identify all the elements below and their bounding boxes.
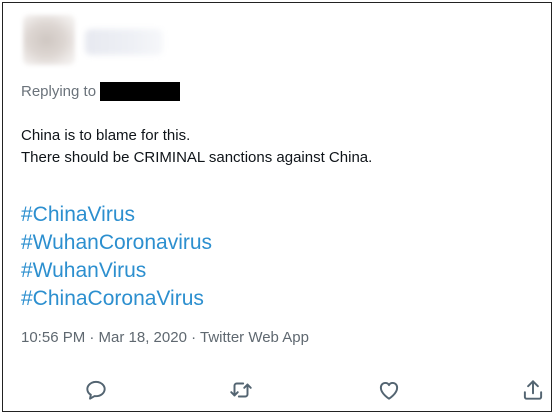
reply-icon — [86, 380, 106, 400]
like-button[interactable] — [376, 377, 402, 403]
hashtag-link[interactable]: #ChinaVirus — [21, 201, 212, 229]
hashtag-list: #ChinaVirus #WuhanCoronavirus #WuhanViru… — [21, 201, 212, 313]
share-button[interactable] — [520, 377, 546, 403]
like-icon — [379, 381, 399, 400]
reply-button[interactable] — [83, 377, 109, 403]
replying-to-label: Replying to — [21, 83, 97, 100]
author-name-blurred[interactable] — [85, 29, 163, 55]
hashtag-link[interactable]: #WuhanVirus — [21, 257, 212, 285]
tweet-timestamp[interactable]: 10:56 PM · Mar 18, 2020 · Twitter Web Ap… — [21, 329, 309, 346]
retweet-icon — [230, 382, 252, 398]
tweet-text-line: There should be CRIMINAL sanctions again… — [21, 149, 373, 166]
avatar[interactable] — [23, 15, 75, 65]
share-icon — [523, 380, 543, 400]
redacted-username — [100, 82, 180, 101]
tweet-text: China is to blame for this. There should… — [21, 125, 372, 169]
tweet-actions — [3, 373, 553, 407]
tweet-text-line: China is to blame for this. — [21, 127, 191, 144]
hashtag-link[interactable]: #ChinaCoronaVirus — [21, 285, 212, 313]
retweet-button[interactable] — [228, 377, 254, 403]
tweet-card: Replying to China is to blame for this. … — [2, 2, 552, 412]
hashtag-link[interactable]: #WuhanCoronavirus — [21, 229, 212, 257]
